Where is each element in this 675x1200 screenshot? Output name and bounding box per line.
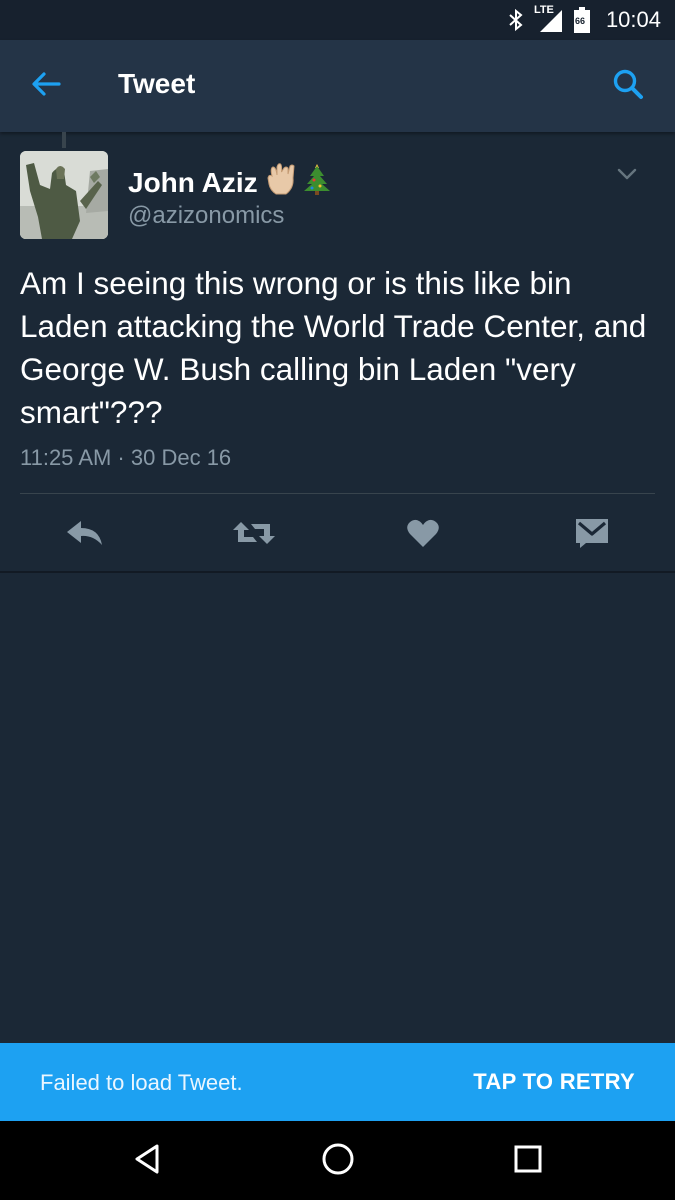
back-button[interactable]: [22, 64, 70, 108]
avatar[interactable]: [20, 151, 108, 239]
retweet-button[interactable]: [228, 511, 280, 559]
system-back-button[interactable]: [120, 1135, 176, 1187]
retweet-icon: [231, 518, 277, 553]
divider: [20, 493, 655, 494]
author-name-row[interactable]: John Aziz: [128, 162, 332, 203]
retry-button[interactable]: TAP TO RETRY: [473, 1069, 635, 1095]
tweet-actions: [0, 505, 675, 565]
chevron-down-icon: [617, 167, 637, 185]
search-button[interactable]: [605, 64, 651, 108]
lte-signal-icon: LTE: [533, 4, 564, 34]
direct-message-button[interactable]: [566, 511, 618, 559]
direct-message-icon: [574, 517, 610, 554]
status-time: 10:04: [605, 7, 661, 32]
system-nav-bar: [0, 1121, 675, 1200]
vulcan-salute-emoji: [266, 162, 298, 203]
like-icon: [406, 518, 440, 553]
system-home-button[interactable]: [310, 1135, 366, 1187]
snackbar-message: Failed to load Tweet.: [40, 1070, 243, 1095]
author-handle[interactable]: @azizonomics: [128, 202, 284, 230]
tweet-text: Am I seeing this wrong or is this like b…: [20, 265, 647, 430]
battery-icon: 66: [573, 7, 590, 33]
status-bar: LTE 66 10:04: [0, 0, 675, 40]
divider: [0, 571, 675, 573]
bluetooth-icon: [508, 8, 524, 32]
battery-level: 66: [574, 16, 585, 26]
author-emojis: [266, 162, 332, 203]
arrow-left-icon: [31, 71, 61, 102]
reply-icon: [65, 518, 105, 553]
page-title: Tweet: [118, 68, 196, 99]
recents-square-icon: [513, 1144, 543, 1179]
author-name: John Aziz: [128, 166, 258, 198]
snackbar: Failed to load Tweet. TAP TO RETRY: [0, 1043, 675, 1121]
back-triangle-icon: [133, 1143, 163, 1180]
app-bar: Tweet: [0, 40, 675, 132]
network-label: LTE: [533, 4, 554, 16]
statue-avatar-image: [20, 151, 108, 239]
christmas-tree-emoji: [302, 162, 332, 203]
thread-connector-line: [62, 132, 66, 148]
system-recents-button[interactable]: [500, 1135, 556, 1187]
tweet-timestamp: 11:25 AM · 30 Dec 16: [20, 445, 232, 470]
search-icon: [612, 68, 644, 105]
tweet-options-button[interactable]: [612, 162, 642, 190]
home-circle-icon: [321, 1142, 355, 1181]
like-button[interactable]: [397, 511, 449, 559]
reply-button[interactable]: [59, 511, 111, 559]
